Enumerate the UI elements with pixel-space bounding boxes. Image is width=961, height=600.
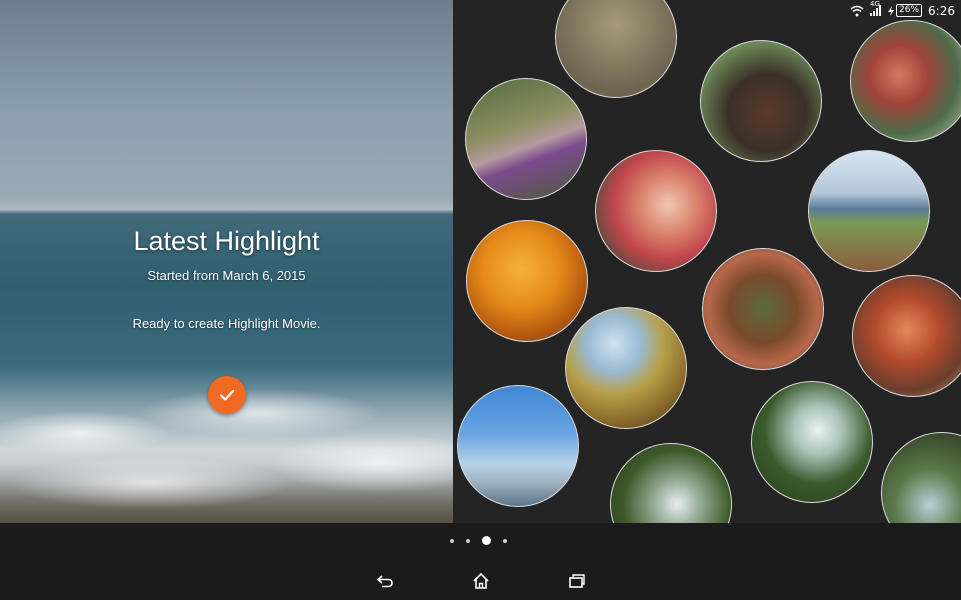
recent-apps-button[interactable] <box>565 569 589 593</box>
photo-bubble[interactable] <box>466 220 588 342</box>
highlight-hero[interactable]: Latest Highlight Started from March 6, 2… <box>0 0 453 523</box>
battery-indicator: 26% <box>888 4 923 17</box>
photo-bubble[interactable] <box>702 248 824 370</box>
photo-bubble-gallery <box>453 0 961 523</box>
page-indicator <box>450 536 507 545</box>
home-button[interactable] <box>469 569 493 593</box>
navigation-bar <box>0 562 961 600</box>
wifi-icon <box>850 5 864 16</box>
battery-level: 26% <box>896 4 923 17</box>
photo-bubble[interactable] <box>457 385 579 507</box>
photo-bubble[interactable] <box>700 40 822 162</box>
page-dot-active[interactable] <box>482 536 491 545</box>
page-dot[interactable] <box>450 538 454 543</box>
page-dot[interactable] <box>466 538 470 543</box>
check-icon <box>219 389 235 401</box>
photo-bubble[interactable] <box>881 432 961 523</box>
photo-bubble[interactable] <box>555 0 677 98</box>
photo-bubble[interactable] <box>610 443 732 523</box>
photo-bubble[interactable] <box>565 307 687 429</box>
network-type: 4G <box>870 0 880 8</box>
create-movie-button[interactable] <box>208 376 246 414</box>
recent-apps-icon <box>568 574 585 588</box>
status-bar: 4G 26% 6:26 <box>841 0 961 21</box>
photo-bubble[interactable] <box>595 150 717 272</box>
battery-icon <box>888 5 895 16</box>
back-icon <box>376 575 393 588</box>
hero-title: Latest Highlight <box>133 226 320 256</box>
photo-bubble[interactable] <box>850 20 961 142</box>
photo-bubble[interactable] <box>808 150 930 272</box>
home-icon <box>472 572 489 589</box>
photo-bubble[interactable] <box>465 78 587 200</box>
clock: 6:26 <box>928 3 955 18</box>
signal-indicator: 4G <box>870 0 882 16</box>
back-button[interactable] <box>373 569 397 593</box>
photo-bubble[interactable] <box>852 275 961 397</box>
photo-bubble[interactable] <box>751 381 873 503</box>
page-dot[interactable] <box>503 538 507 543</box>
hero-subtitle: Started from March 6, 2015 <box>147 268 306 283</box>
hero-message: Ready to create Highlight Movie. <box>132 316 321 331</box>
